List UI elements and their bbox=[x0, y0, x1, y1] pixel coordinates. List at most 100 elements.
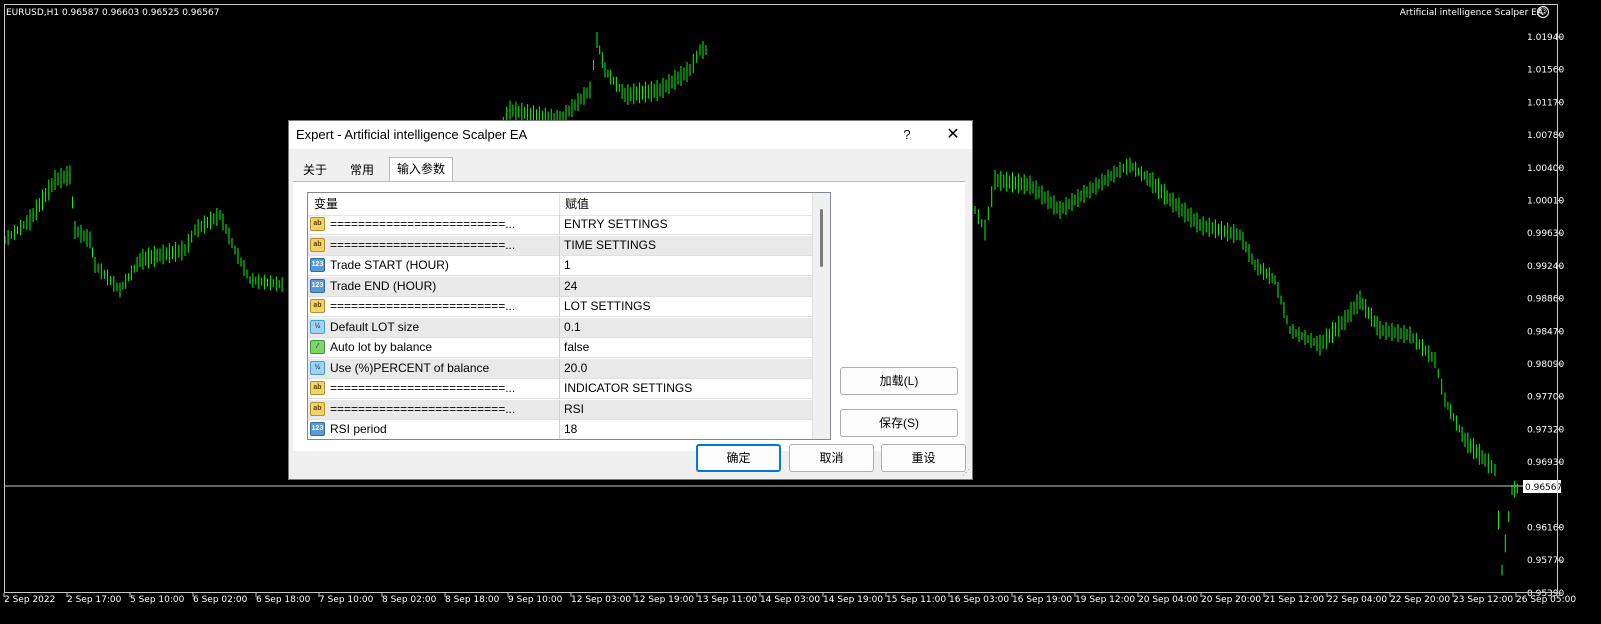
tab-inputs[interactable]: 输入参数 bbox=[389, 157, 453, 181]
ok-button[interactable]: 确定 bbox=[696, 444, 781, 472]
integer-type-icon: 123 bbox=[310, 278, 325, 293]
time-axis-label: 16 Sep 03:00 bbox=[949, 595, 1009, 605]
time-axis-label: 20 Sep 20:00 bbox=[1201, 595, 1261, 605]
value-cell[interactable]: RSI bbox=[559, 399, 812, 420]
time-axis-label: 9 Sep 10:00 bbox=[508, 595, 563, 605]
variable-cell[interactable]: ab =========================... bbox=[308, 379, 559, 399]
table-row[interactable]: ½ Use (%)PERCENT of balance 20.0 bbox=[308, 358, 812, 379]
variable-name: Trade START (HOUR) bbox=[330, 258, 449, 272]
string-type-icon: ab bbox=[310, 237, 325, 252]
table-row[interactable]: ⁄ Auto lot by balance false bbox=[308, 338, 812, 358]
variable-name: =========================... bbox=[330, 401, 516, 416]
variable-cell[interactable]: ab =========================... bbox=[308, 297, 559, 317]
boolean-type-icon: ⁄ bbox=[310, 340, 325, 354]
time-axis-label: 26 Sep 05:00 bbox=[1516, 595, 1576, 605]
variable-name: Use (%)PERCENT of balance bbox=[330, 360, 490, 375]
value-cell[interactable]: LOT SETTINGS bbox=[559, 297, 812, 317]
value-cell[interactable]: 20.0 bbox=[559, 358, 812, 379]
symbol-info: EURUSD,H1 0.96587 0.96603 0.96525 0.9656… bbox=[6, 8, 220, 18]
variable-cell[interactable]: 123 Trade END (HOUR) bbox=[308, 277, 559, 297]
cancel-button[interactable]: 取消 bbox=[789, 444, 874, 472]
table-row[interactable]: ab =========================... LOT SETTIN… bbox=[308, 297, 812, 317]
time-axis-label: 6 Sep 18:00 bbox=[256, 595, 311, 605]
variable-cell[interactable]: ⁄ Auto lot by balance bbox=[308, 338, 559, 358]
variable-name: Auto lot by balance bbox=[330, 340, 433, 354]
inputs-grid[interactable]: 变量 赋值 ab =========================... ENTR… bbox=[307, 192, 831, 440]
table-row[interactable]: 123 Trade START (HOUR) 1 bbox=[308, 256, 812, 276]
smile-icon[interactable]: ☺ bbox=[1537, 6, 1549, 18]
table-row[interactable]: 123 RSI period 18 bbox=[308, 420, 812, 439]
value-cell[interactable]: INDICATOR SETTINGS bbox=[559, 379, 812, 399]
value-cell[interactable]: TIME SETTINGS bbox=[559, 235, 812, 256]
table-row[interactable]: 123 Trade END (HOUR) 24 bbox=[308, 276, 812, 297]
string-type-icon: ab bbox=[310, 401, 325, 416]
variable-name: =========================... bbox=[330, 381, 516, 395]
double-type-icon: ½ bbox=[310, 319, 325, 334]
table-row[interactable]: ab =========================... RSI bbox=[308, 399, 812, 420]
time-axis-label: 8 Sep 18:00 bbox=[445, 595, 500, 605]
time-axis-label: 5 Sep 10:00 bbox=[130, 595, 185, 605]
variable-cell[interactable]: ab =========================... bbox=[308, 400, 559, 420]
time-axis-label: 8 Sep 02:00 bbox=[382, 595, 437, 605]
time-axis-label: 16 Sep 19:00 bbox=[1012, 595, 1072, 605]
dialog-title: Expert - Artificial intelligence Scalper… bbox=[296, 127, 528, 142]
time-axis-label: 22 Sep 20:00 bbox=[1390, 595, 1450, 605]
variable-cell[interactable]: ½ Use (%)PERCENT of balance bbox=[308, 359, 559, 379]
save-button[interactable]: 保存(S) bbox=[840, 409, 958, 437]
variable-name: Default LOT size bbox=[330, 319, 420, 334]
variable-cell[interactable]: 123 Trade START (HOUR) bbox=[308, 256, 559, 276]
expert-name: Artificial intelligence Scalper EA bbox=[1399, 8, 1543, 18]
variable-name: Trade END (HOUR) bbox=[330, 278, 437, 293]
grid-header: 变量 赋值 bbox=[308, 193, 812, 216]
variable-cell[interactable]: ½ Default LOT size bbox=[308, 318, 559, 338]
scrollbar-thumb[interactable] bbox=[820, 209, 823, 267]
time-axis-label: 2 Sep 17:00 bbox=[67, 595, 122, 605]
variable-name: =========================... bbox=[330, 237, 516, 252]
variable-cell[interactable]: 123 RSI period bbox=[308, 420, 559, 439]
time-axis-label: 23 Sep 12:00 bbox=[1453, 595, 1513, 605]
variable-cell[interactable]: ab =========================... bbox=[308, 236, 559, 256]
time-axis-label: 19 Sep 12:00 bbox=[1075, 595, 1135, 605]
resize-grip-icon[interactable]: ⋰ bbox=[962, 469, 970, 477]
load-button[interactable]: 加载(L) bbox=[840, 367, 958, 395]
expert-properties-dialog: Expert - Artificial intelligence Scalper… bbox=[288, 120, 973, 480]
time-axis-label: 7 Sep 10:00 bbox=[319, 595, 374, 605]
table-row[interactable]: ab =========================... INDICATOR … bbox=[308, 379, 812, 399]
table-row[interactable]: ½ Default LOT size 0.1 bbox=[308, 317, 812, 338]
time-axis-label: 12 Sep 19:00 bbox=[634, 595, 694, 605]
variable-name: =========================... bbox=[330, 299, 516, 313]
reset-button[interactable]: 重设 bbox=[881, 444, 966, 472]
dialog-title-bar[interactable]: Expert - Artificial intelligence Scalper… bbox=[289, 121, 972, 149]
value-cell[interactable]: ENTRY SETTINGS bbox=[559, 215, 812, 235]
variable-cell[interactable]: ab =========================... bbox=[308, 215, 559, 235]
time-axis-label: 20 Sep 04:00 bbox=[1138, 595, 1198, 605]
column-header-value[interactable]: 赋值 bbox=[559, 193, 812, 215]
close-button[interactable]: ✕ bbox=[941, 125, 965, 145]
help-button[interactable]: ? bbox=[897, 125, 917, 145]
tab-about[interactable]: 关于 bbox=[296, 159, 334, 181]
time-axis-label: 14 Sep 19:00 bbox=[823, 595, 883, 605]
time-axis-label: 14 Sep 03:00 bbox=[760, 595, 820, 605]
time-axis-label: 6 Sep 02:00 bbox=[193, 595, 248, 605]
integer-type-icon: 123 bbox=[310, 258, 325, 272]
double-type-icon: ½ bbox=[310, 360, 325, 375]
grid-scrollbar[interactable] bbox=[812, 193, 830, 439]
value-cell[interactable]: 1 bbox=[559, 256, 812, 276]
value-cell[interactable]: 24 bbox=[559, 276, 812, 297]
table-row[interactable]: ab =========================... ENTRY SETT… bbox=[308, 215, 812, 235]
time-axis-label: 12 Sep 03:00 bbox=[571, 595, 631, 605]
value-cell[interactable]: 18 bbox=[559, 420, 812, 439]
time-axis-label: 13 Sep 11:00 bbox=[697, 595, 757, 605]
string-type-icon: ab bbox=[310, 299, 325, 313]
table-row[interactable]: ab =========================... TIME SETTI… bbox=[308, 235, 812, 256]
time-axis-label: 21 Sep 12:00 bbox=[1264, 595, 1324, 605]
time-axis-label: 22 Sep 04:00 bbox=[1327, 595, 1387, 605]
tab-common[interactable]: 常用 bbox=[342, 159, 382, 181]
time-axis-label: 2 Sep 2022 bbox=[4, 595, 55, 605]
string-type-icon: ab bbox=[310, 381, 325, 395]
value-cell[interactable]: 0.1 bbox=[559, 317, 812, 338]
value-cell[interactable]: false bbox=[559, 338, 812, 358]
string-type-icon: ab bbox=[310, 217, 325, 231]
column-header-variable[interactable]: 变量 bbox=[308, 193, 559, 215]
variable-name: RSI period bbox=[330, 422, 387, 436]
